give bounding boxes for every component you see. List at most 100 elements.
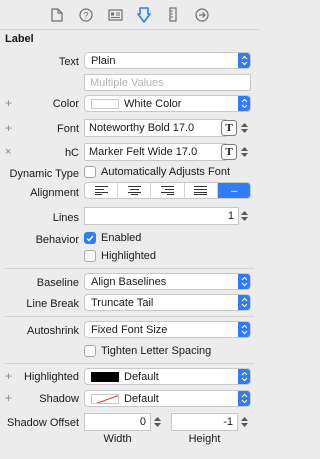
autoshrink-popup[interactable]: Fixed Font Size	[84, 321, 251, 338]
shadow-width-stepper[interactable]	[152, 413, 162, 431]
line-break-popup[interactable]: Truncate Tail	[84, 294, 251, 311]
stepper-up-icon[interactable]	[240, 417, 248, 421]
black-swatch	[91, 371, 119, 382]
text-label: Text	[58, 56, 79, 68]
font-variation-size-stepper[interactable]	[239, 143, 249, 161]
stepper-down-icon[interactable]	[240, 129, 248, 133]
lines-stepper[interactable]	[239, 207, 249, 225]
align-justify-segment[interactable]	[185, 183, 218, 198]
dynamic-type-checkbox-label: Automatically Adjusts Font	[101, 166, 231, 178]
chevron-updown-icon	[238, 322, 250, 337]
shadow-offset-label: Shadow Offset	[7, 417, 79, 429]
lines-value: 1	[227, 210, 234, 222]
line-break-label: Line Break	[26, 298, 79, 310]
shadow-value: Default	[124, 392, 159, 405]
stepper-up-icon[interactable]	[153, 417, 161, 421]
svg-text:?: ?	[83, 10, 88, 20]
enabled-label: Enabled	[101, 232, 142, 244]
connections-inspector-icon[interactable]	[193, 6, 211, 24]
dynamic-type-checkbox[interactable]: Automatically Adjusts Font	[84, 166, 230, 178]
font-size-stepper[interactable]	[239, 119, 249, 137]
alignment-segmented-control[interactable]: ---	[84, 182, 251, 199]
font-variation-field[interactable]: Marker Felt Wide 17.0	[84, 143, 227, 161]
behavior-label: Behavior	[35, 234, 79, 246]
shadow-offset-height-input[interactable]: -1	[171, 413, 238, 431]
line-break-value: Truncate Tail	[91, 296, 154, 309]
stepper-down-icon[interactable]	[240, 217, 248, 221]
tighten-letter-spacing-label: Tighten Letter Spacing	[101, 345, 212, 357]
font-value: Noteworthy Bold 17.0	[89, 122, 195, 134]
dynamic-type-label: Dynamic Type	[9, 168, 80, 180]
highlighted-color-popup[interactable]: Default	[84, 368, 251, 385]
identity-inspector-icon[interactable]	[106, 6, 124, 24]
align-natural-segment[interactable]: ---	[217, 183, 250, 198]
file-inspector-icon[interactable]	[48, 6, 66, 24]
align-center-icon	[127, 186, 141, 195]
add-variation-icon[interactable]: +	[5, 392, 12, 404]
checkbox-icon[interactable]	[84, 166, 96, 178]
lines-input[interactable]: 1	[84, 207, 239, 225]
chevron-updown-icon	[238, 96, 250, 111]
highlighted-label: Highlighted	[101, 250, 157, 262]
baseline-label: Baseline	[36, 277, 79, 289]
stepper-up-icon[interactable]	[240, 147, 248, 151]
size-inspector-icon[interactable]	[164, 6, 182, 24]
divider	[5, 268, 254, 269]
font-label: Font	[56, 123, 79, 135]
shadow-offset-width-value: 0	[139, 416, 146, 428]
chevron-updown-icon	[238, 53, 250, 68]
align-right-segment[interactable]	[151, 183, 185, 198]
baseline-value: Align Baselines	[91, 275, 167, 288]
add-variation-icon[interactable]: +	[5, 370, 12, 382]
highlighted-color-label: Highlighted	[23, 371, 79, 383]
checkbox-icon[interactable]	[84, 345, 96, 357]
font-variation-label: hC	[64, 147, 79, 159]
shadow-offset-width-input[interactable]: 0	[84, 413, 151, 431]
shadow-height-stepper[interactable]	[239, 413, 249, 431]
enabled-checkbox[interactable]: Enabled	[84, 232, 141, 244]
baseline-popup[interactable]: Align Baselines	[84, 273, 251, 290]
tighten-letter-spacing-checkbox[interactable]: Tighten Letter Spacing	[84, 345, 211, 357]
font-variation-value: Marker Felt Wide 17.0	[89, 146, 198, 158]
shadow-color-popup[interactable]: Default	[84, 390, 251, 407]
no-color-swatch	[91, 393, 119, 404]
color-popup[interactable]: White Color	[84, 95, 251, 112]
highlighted-checkbox[interactable]: Highlighted	[84, 250, 156, 262]
font-picker-button[interactable]: T	[221, 120, 237, 136]
quick-help-icon[interactable]: ?	[77, 6, 95, 24]
remove-variation-icon[interactable]: ×	[5, 146, 11, 158]
align-center-segment[interactable]	[118, 183, 152, 198]
stepper-down-icon[interactable]	[240, 153, 248, 157]
align-left-segment[interactable]	[85, 183, 119, 198]
font-variation-picker-button[interactable]: T	[221, 144, 237, 160]
stepper-down-icon[interactable]	[153, 423, 161, 427]
text-input[interactable]: Multiple Values	[84, 74, 251, 91]
autoshrink-label: Autoshrink	[27, 325, 79, 337]
chevron-updown-icon	[238, 274, 250, 289]
stepper-up-icon[interactable]	[240, 211, 248, 215]
stepper-down-icon[interactable]	[240, 423, 248, 427]
checkbox-icon[interactable]	[84, 250, 96, 262]
chevron-updown-icon	[238, 295, 250, 310]
add-variation-icon[interactable]: +	[5, 122, 12, 134]
shadow-label: Shadow	[39, 393, 79, 405]
chevron-updown-icon	[238, 369, 250, 384]
height-label: Height	[188, 433, 221, 445]
checkmark-icon[interactable]	[84, 232, 96, 244]
font-field[interactable]: Noteworthy Bold 17.0	[84, 119, 227, 137]
align-right-icon	[161, 186, 174, 195]
chevron-updown-icon	[238, 391, 250, 406]
lines-label: Lines	[52, 212, 79, 224]
autoshrink-value: Fixed Font Size	[91, 323, 168, 336]
color-swatch	[91, 98, 119, 109]
color-label: Color	[52, 98, 79, 110]
alignment-label: Alignment	[30, 187, 79, 199]
text-type-popup[interactable]: Plain	[84, 52, 251, 69]
shadow-offset-height-value: -1	[223, 416, 233, 428]
stepper-up-icon[interactable]	[240, 123, 248, 127]
section-title: Label	[5, 33, 34, 45]
align-justify-icon	[194, 186, 208, 195]
text-placeholder: Multiple Values	[90, 76, 164, 89]
attributes-inspector-icon[interactable]	[135, 6, 153, 24]
add-variation-icon[interactable]: +	[5, 97, 12, 109]
